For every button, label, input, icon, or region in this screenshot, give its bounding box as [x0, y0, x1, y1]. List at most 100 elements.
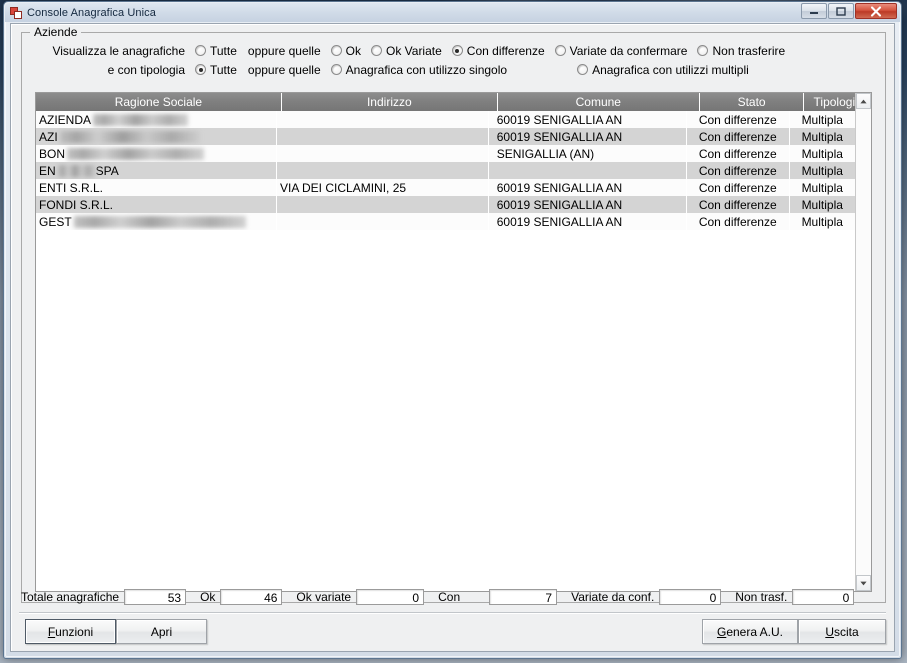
close-icon [870, 5, 882, 17]
cell-indirizzo [277, 128, 489, 145]
funzioni-button-label: unzioni [55, 624, 94, 639]
cell-ragione-sociale: GEST [36, 213, 277, 230]
counter-non-trasf: Non trasf. 0 [735, 589, 855, 605]
filter-row-tipologia-label: e con tipologia [107, 62, 185, 77]
ragione-sociale-suffix: SPA [95, 163, 119, 178]
radio-anagrafiche-variate-da-confermare[interactable]: Variate da confermare [554, 44, 687, 58]
counters-bar: Totale anagrafiche 53 Ok 46 Ok variate 0… [21, 585, 886, 609]
filter-row-tipologia-separator: oppure quelle [247, 62, 321, 77]
radio-anagrafiche-con-differenze[interactable]: Con differenze [451, 43, 545, 58]
filter-row-anagrafiche-label: Visualizza le anagrafiche [52, 43, 185, 58]
grid-header-indirizzo[interactable]: Indirizzo [282, 93, 498, 111]
cell-indirizzo: VIA DEI CICLAMINI, 25 [277, 179, 489, 196]
cell-tipologia: Multipla [801, 197, 843, 212]
cell-stato: Con differenze [687, 128, 790, 145]
redacted-text-block [73, 215, 246, 228]
ragione-sociale-text: ENTI S.R.L. [39, 180, 104, 195]
scroll-up-icon [860, 99, 867, 103]
radio-mark-icon [697, 45, 709, 56]
grid-header-ragione-sociale[interactable]: Ragione Sociale [36, 93, 282, 111]
counter-con: Con 7 [438, 589, 558, 605]
radio-anagrafiche-non-trasferire[interactable]: Non trasferire [697, 44, 785, 58]
maximize-icon [836, 6, 846, 16]
genera-au-button[interactable]: Genera A.U. [702, 619, 798, 644]
cell-comune: 60019 SENIGALLIA AN [489, 196, 687, 213]
window-title: Console Anagrafica Unica [27, 7, 156, 19]
cell-tipologia: Multipla [801, 214, 843, 229]
grid-header-stato[interactable]: Stato [700, 93, 805, 111]
ragione-sociale-text: AZIENDA [39, 112, 92, 127]
radio-anagrafiche-ok-variate-label: Ok Variate [385, 43, 442, 58]
counter-ok-variate-value: 0 [356, 589, 425, 605]
cell-ragione-sociale: ENTI S.R.L. [36, 179, 277, 196]
close-button[interactable] [855, 3, 897, 19]
cell-ragione-sociale: EN SPA [36, 162, 277, 179]
radio-anagrafiche-con-differenze-label: Con differenze [466, 43, 545, 58]
radio-mark-icon [330, 45, 342, 56]
cell-tipologia: Multipla [801, 180, 843, 195]
button-bar: Funzioni Apri Genera A.U. Uscita [11, 619, 894, 645]
uscita-button-mnemonic: U [825, 624, 834, 639]
table-row[interactable]: FONDI S.R.L. 60019 SENIGALLIA AN Con diffe… [36, 196, 855, 213]
genera-au-button-mnemonic: G [716, 624, 727, 639]
cell-tipologia: Multipla [801, 163, 843, 178]
apri-button[interactable]: Apri [116, 619, 207, 644]
cell-comune: 60019 SENIGALLIA AN [489, 128, 687, 145]
radio-tipologia-utilizzo-singolo[interactable]: Anagrafica con utilizzo singolo [330, 62, 508, 77]
radio-tipologia-tutte-label: Tutte [210, 62, 237, 77]
counter-totale-anagrafiche: Totale anagrafiche 53 [21, 589, 187, 605]
ragione-sociale-text: EN [39, 163, 56, 178]
cell-ragione-sociale: AZIENDA [36, 111, 277, 128]
radio-anagrafiche-non-trasferire-label: Non trasferire [712, 43, 786, 58]
radio-mark-icon [577, 64, 589, 75]
cell-ragione-sociale: AZI [36, 128, 277, 145]
redacted-text-block [67, 147, 205, 160]
grid-vertical-scrollbar[interactable] [855, 93, 871, 591]
cell-indirizzo [277, 196, 489, 213]
table-row[interactable]: BON SENIGALLIA (AN) Con differenze Multipla [36, 145, 855, 162]
cell-stato: Con differenze [687, 111, 790, 128]
radio-tipologia-utilizzo-singolo-label: Anagrafica con utilizzo singolo [345, 62, 508, 77]
grid-header-comune[interactable]: Comune [498, 93, 700, 111]
uscita-button[interactable]: Uscita [798, 619, 886, 644]
radio-anagrafiche-ok[interactable]: Ok [330, 44, 361, 58]
table-row[interactable]: AZIENDA 60019 SENIGALLIA AN Con differenze… [36, 111, 855, 128]
scrollbar-track[interactable] [856, 109, 871, 575]
radio-anagrafiche-tutte[interactable]: Tutte [195, 44, 237, 58]
cell-comune: 60019 SENIGALLIA AN [489, 213, 687, 230]
table-row[interactable]: GEST 60019 SENIGALLIA AN Con differenze Mul… [36, 213, 855, 230]
cell-stato: Con differenze [687, 196, 790, 213]
grid-header-row: Ragione Sociale Indirizzo Comune Stato T… [36, 93, 871, 111]
filter-panel: Visualizza le anagrafiche Tutte oppure q… [22, 41, 885, 85]
ragione-sociale-text: AZI [39, 129, 58, 144]
table-row[interactable]: AZI 60019 SENIGALLIA AN Con differenze Mult… [36, 128, 855, 145]
counter-variate-da-conf-value: 0 [659, 589, 722, 605]
genera-au-button-label: enera A.U. [726, 624, 784, 639]
counter-ok: Ok 46 [200, 589, 283, 605]
scroll-up-button[interactable] [856, 93, 871, 109]
maximize-button[interactable] [828, 3, 854, 19]
funzioni-button[interactable]: Funzioni [25, 619, 116, 644]
radio-tipologia-tutte[interactable]: Tutte [195, 63, 237, 77]
title-bar[interactable]: Console Anagrafica Unica [5, 3, 900, 22]
radio-mark-icon [330, 64, 342, 75]
cell-tipologia: Multipla [801, 129, 843, 144]
counter-ok-label: Ok [200, 590, 216, 604]
cell-ragione-sociale: BON [36, 145, 277, 162]
table-row[interactable]: ENTI S.R.L. VIA DEI CICLAMINI, 25 60019 SE… [36, 179, 855, 196]
radio-mark-icon [554, 45, 566, 56]
minimize-icon [810, 12, 818, 14]
minimize-button[interactable] [801, 3, 827, 19]
cell-indirizzo [277, 145, 489, 162]
table-row[interactable]: EN SPA Con differenze Multipla [36, 162, 855, 179]
counter-non-trasf-label: Non trasf. [735, 590, 788, 604]
app-icon [10, 6, 23, 20]
client-area: Aziende Visualizza le anagrafiche Tutte … [10, 23, 895, 652]
radio-tipologia-utilizzi-multipli[interactable]: Anagrafica con utilizzi multipli [577, 63, 749, 77]
radio-anagrafiche-ok-variate[interactable]: Ok Variate [370, 43, 442, 58]
radio-mark-icon [451, 45, 463, 56]
cell-stato: Con differenze [687, 179, 790, 196]
aziende-grid[interactable]: Ragione Sociale Indirizzo Comune Stato T… [35, 92, 872, 592]
cell-indirizzo [277, 162, 489, 179]
radio-anagrafiche-tutte-label: Tutte [210, 43, 237, 58]
